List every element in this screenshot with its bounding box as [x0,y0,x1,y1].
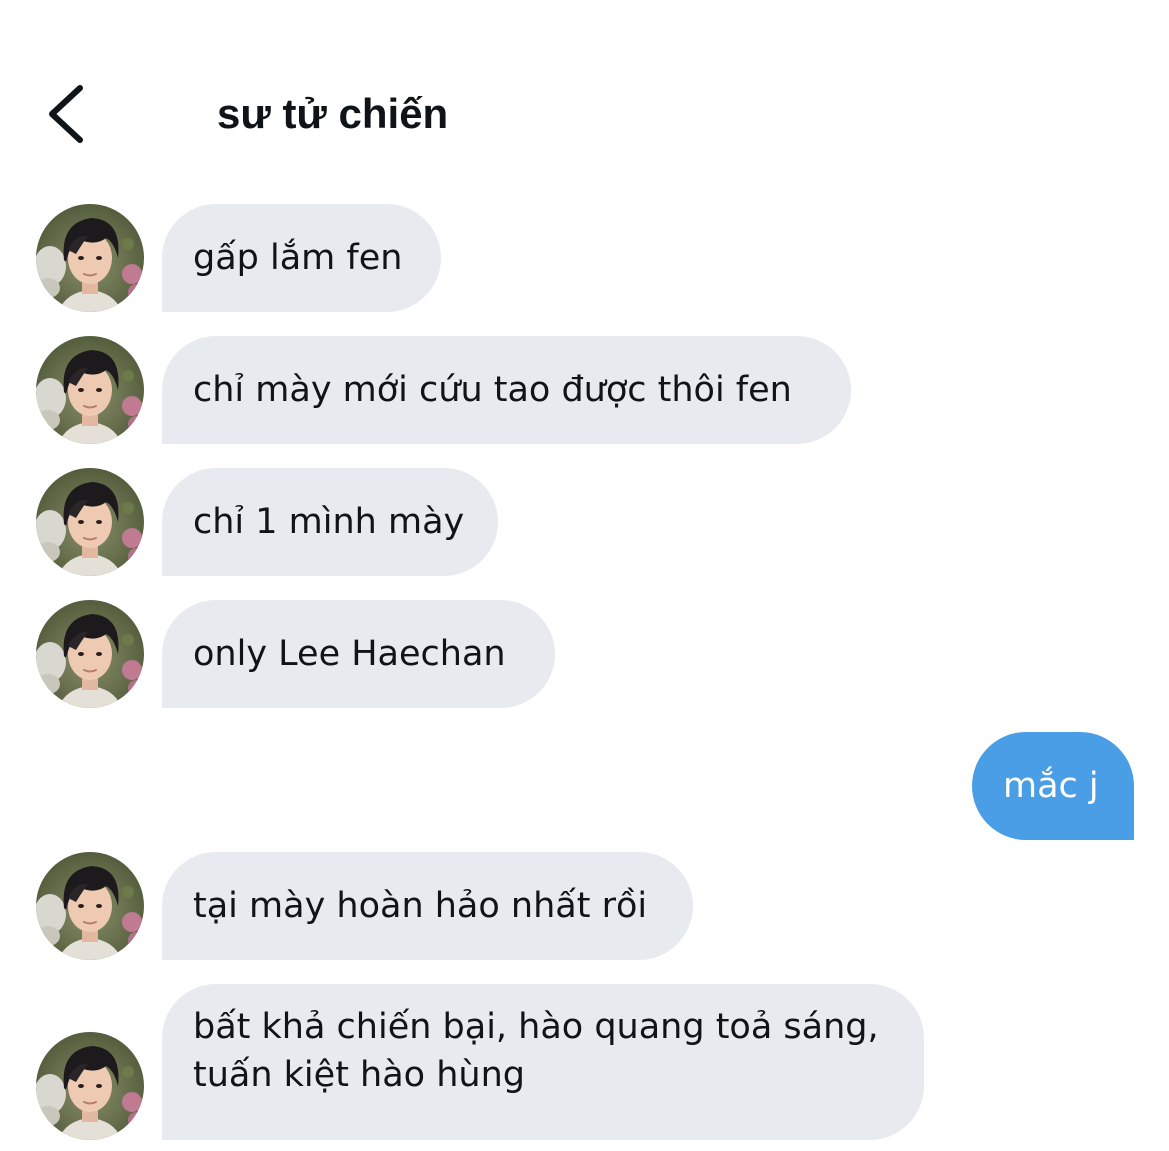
chevron-left-icon [49,85,83,143]
avatar[interactable] [36,1032,144,1140]
message-bubble-incoming[interactable]: only Lee Haechan [162,600,555,708]
message-bubble-incoming[interactable]: chỉ mày mới cứu tao được thôi fen [162,336,851,444]
conversation-title: sư tử chiến [217,90,449,137]
avatar[interactable] [36,336,144,444]
avatar[interactable] [36,204,144,312]
back-button[interactable] [36,80,100,148]
message-bubble-incoming[interactable]: bất khả chiến bại, hào quang toả sáng, t… [162,984,924,1140]
avatar[interactable] [36,468,144,576]
message-bubble-outgoing[interactable]: mắc j [972,732,1134,840]
avatar[interactable] [36,600,144,708]
avatar[interactable] [36,852,144,960]
message-bubble-incoming[interactable]: tại mày hoàn hảo nhất rồi [162,852,693,960]
conversation-header: sư tử chiến [0,0,1169,180]
message-bubble-incoming[interactable]: gấp lắm fen [162,204,441,312]
message-bubble-incoming[interactable]: chỉ 1 mình mày [162,468,498,576]
